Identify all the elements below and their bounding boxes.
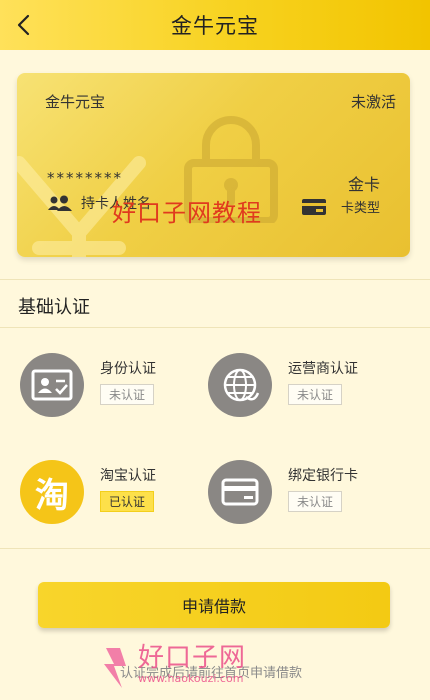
credit-card-icon	[301, 198, 326, 215]
logo-text: 好口子网	[138, 643, 247, 673]
auth-label: 运营商认证	[288, 361, 358, 377]
divider	[0, 327, 430, 328]
globe-icon	[223, 368, 260, 402]
divider	[0, 548, 430, 549]
auth-item-bank-card[interactable]: 绑定银行卡 未认证	[208, 460, 358, 524]
card-type-label: 卡类型	[340, 201, 380, 216]
status-badge: 已认证	[100, 491, 155, 512]
auth-item-carrier[interactable]: 运营商认证 未认证	[208, 353, 358, 417]
auth-label: 绑定银行卡	[288, 468, 358, 484]
nav-bar: 金牛元宝	[0, 0, 430, 50]
logo-mark-icon	[104, 648, 126, 688]
card-name: 金牛元宝	[45, 93, 106, 111]
status-badge: 未认证	[288, 384, 343, 405]
people-icon	[48, 195, 72, 211]
divider	[0, 279, 430, 280]
card-level: 金卡	[347, 175, 380, 194]
watermark-text: 好口子网教程	[112, 199, 262, 227]
bank-card-icon	[221, 478, 259, 506]
taobao-icon: 淘	[20, 460, 84, 524]
card-type: 卡类型	[301, 197, 380, 216]
page-title: 金牛元宝	[171, 14, 259, 38]
status-badge: 未认证	[288, 491, 343, 512]
auth-label: 淘宝认证	[100, 468, 156, 484]
status-badge: 未认证	[100, 384, 155, 405]
chevron-left-icon	[17, 14, 30, 36]
loan-card: 金牛元宝 未激活 ******** 持卡人姓名 金卡 卡类型	[17, 73, 410, 257]
back-button[interactable]	[6, 8, 40, 42]
logo-url: www.haokouzi.com	[138, 672, 244, 685]
auth-label: 身份认证	[100, 361, 156, 377]
card-status: 未激活	[350, 93, 396, 111]
id-card-icon	[31, 369, 73, 401]
section-title: 基础认证	[18, 297, 90, 318]
card-number: ********	[47, 169, 123, 187]
auth-item-taobao[interactable]: 淘 淘宝认证 已认证	[20, 460, 156, 524]
site-logo: 好口子网 www.haokouzi.com	[100, 644, 246, 692]
apply-loan-button[interactable]: 申请借款	[38, 582, 390, 628]
auth-item-identity[interactable]: 身份认证 未认证	[20, 353, 156, 417]
